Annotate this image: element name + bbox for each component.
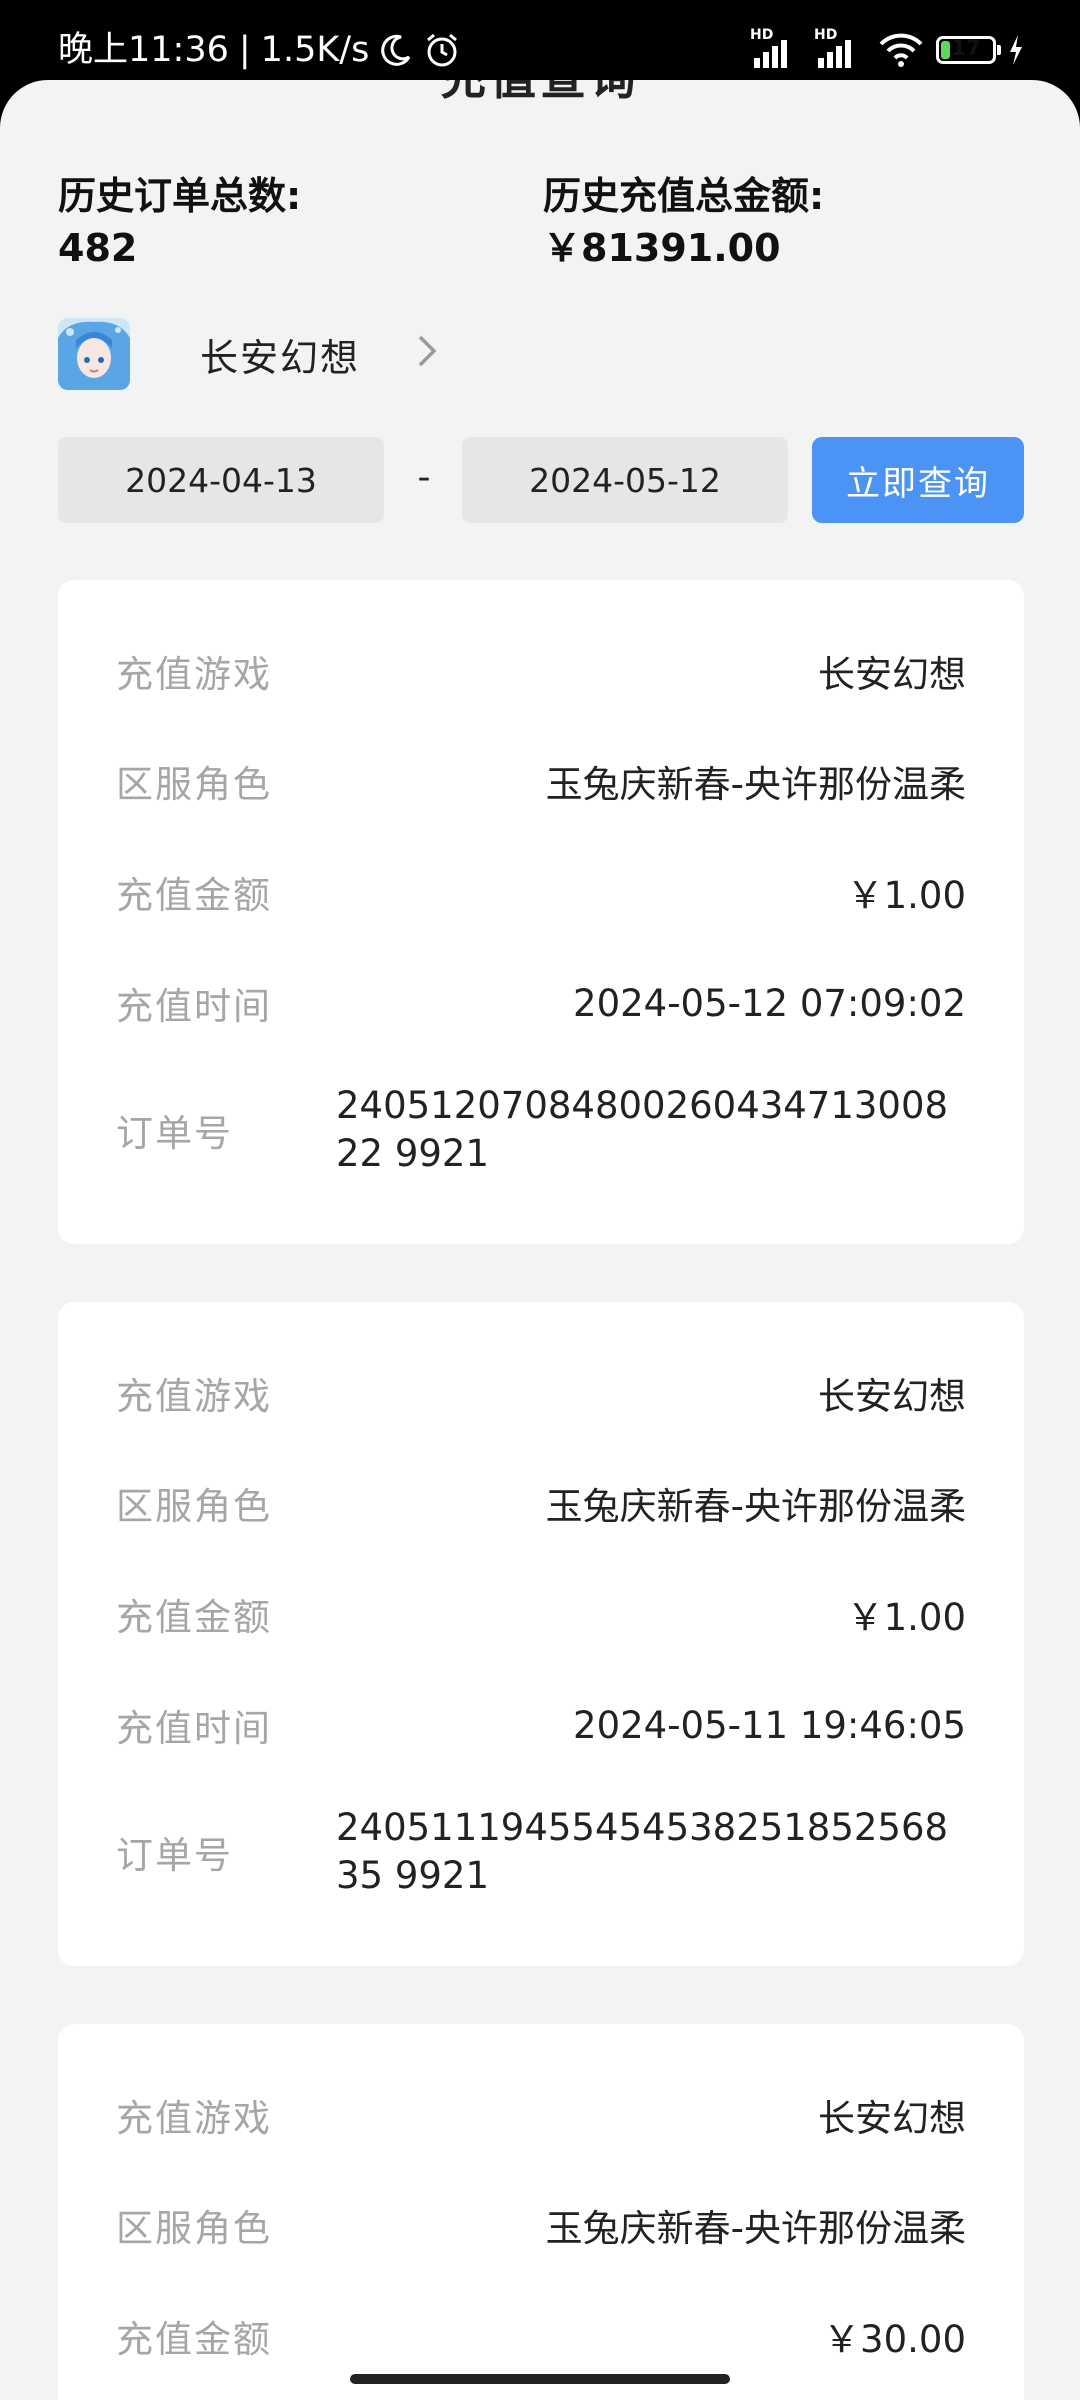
battery-icon: 17 bbox=[936, 36, 1001, 64]
home-indicator[interactable] bbox=[350, 2374, 730, 2384]
order-game-row: 充值游戏 长安幻想 bbox=[116, 2088, 966, 2142]
start-date-field[interactable]: 2024-04-13 bbox=[58, 437, 384, 523]
order-amount-label: 充值金额 bbox=[116, 1596, 272, 1639]
order-number-label: 订单号 bbox=[116, 1834, 233, 1877]
order-number-value: 2405120708480026043471300822 9921 bbox=[336, 1084, 949, 1175]
order-number-label: 订单号 bbox=[116, 1112, 233, 1155]
order-game-label: 充值游戏 bbox=[116, 2097, 272, 2140]
order-number-row: 订单号 2405111945545453825185256835 9921 bbox=[116, 1804, 966, 1900]
alarm-icon bbox=[427, 33, 458, 67]
status-divider: | bbox=[238, 30, 251, 70]
order-game-label: 充值游戏 bbox=[116, 1375, 272, 1418]
wifi-icon bbox=[879, 33, 923, 67]
order-time-row: 充值时间 2024-05-11 19:46:05 bbox=[116, 1698, 966, 1752]
status-left: 晚上11:36 | 1.5K/s bbox=[58, 24, 461, 76]
order-role-value: 玉兔庆新春-央许那份温柔 bbox=[545, 2207, 966, 2250]
order-card: 充值游戏 长安幻想 区服角色 玉兔庆新春-央许那份温柔 充值金额 ￥1.00 充… bbox=[58, 1302, 1024, 1966]
total-amount: 历史充值总金额: ￥81391.00 bbox=[543, 170, 824, 274]
query-button[interactable]: 立即查询 bbox=[812, 437, 1024, 523]
game-name: 长安幻想 bbox=[200, 335, 361, 380]
moon-icon bbox=[381, 34, 411, 66]
page-title: 充值查询 bbox=[0, 80, 1080, 108]
total-amount-label: 历史充值总金额: bbox=[543, 174, 825, 218]
screen: 晚上11:36 | 1.5K/s HD HD 17 历史订单总数: 482 历史… bbox=[0, 0, 1080, 2400]
order-role-label: 区服角色 bbox=[116, 1485, 272, 1528]
order-time-label: 充值时间 bbox=[116, 1707, 272, 1750]
order-role-value: 玉兔庆新春-央许那份温柔 bbox=[545, 763, 966, 806]
status-time: 晚上11:36 bbox=[58, 30, 229, 70]
total-orders-label: 历史订单总数: bbox=[58, 174, 302, 218]
order-role-value: 玉兔庆新春-央许那份温柔 bbox=[545, 1485, 966, 1528]
order-amount-label: 充值金额 bbox=[116, 2318, 272, 2361]
order-amount-row: 充值金额 ￥1.00 bbox=[116, 1587, 966, 1641]
order-amount-row: 充值金额 ￥1.00 bbox=[116, 865, 966, 919]
order-number-row: 订单号 2405120708480026043471300822 9921 bbox=[116, 1082, 966, 1178]
order-time-value: 2024-05-11 19:46:05 bbox=[573, 1703, 966, 1747]
date-query-bar: 2024-04-13 - 2024-05-12 立即查询 bbox=[58, 437, 1024, 523]
order-time-value: 2024-05-12 07:09:02 bbox=[573, 981, 966, 1025]
order-game-row: 充值游戏 长安幻想 bbox=[116, 1366, 966, 1420]
order-game-row: 充值游戏 长安幻想 bbox=[116, 644, 966, 698]
order-amount-label: 充值金额 bbox=[116, 874, 272, 917]
order-amount-value: ￥30.00 bbox=[823, 2318, 966, 2361]
recharge-query-sheet: 充值查询 历史订单总数: 482 历史充值总金额: ￥81391.00 bbox=[0, 80, 1080, 2400]
signal-icon-1: HD bbox=[750, 28, 802, 72]
order-amount-value: ￥1.00 bbox=[846, 1596, 966, 1639]
order-card: 充值游戏 长安幻想 区服角色 玉兔庆新春-央许那份温柔 充值金额 ￥1.00 充… bbox=[58, 580, 1024, 1244]
game-selector[interactable]: 长安幻想 bbox=[58, 318, 438, 390]
order-game-value: 长安幻想 bbox=[818, 653, 966, 696]
total-amount-value: ￥81391.00 bbox=[543, 226, 781, 270]
order-role-label: 区服角色 bbox=[116, 2207, 272, 2250]
game-avatar bbox=[58, 318, 130, 390]
battery-level: 17 bbox=[951, 36, 981, 60]
order-role-row: 区服角色 玉兔庆新春-央许那份温柔 bbox=[116, 2198, 966, 2252]
end-date-field[interactable]: 2024-05-12 bbox=[462, 437, 788, 523]
summary-stats: 历史订单总数: 482 历史充值总金额: ￥81391.00 bbox=[58, 170, 1022, 280]
order-game-value: 长安幻想 bbox=[818, 1375, 966, 1418]
order-game-label: 充值游戏 bbox=[116, 653, 272, 696]
order-card: 充值游戏 长安幻想 区服角色 玉兔庆新春-央许那份温柔 充值金额 ￥30.00 bbox=[58, 2024, 1024, 2400]
order-game-value: 长安幻想 bbox=[818, 2097, 966, 2140]
status-right: HD HD 17 bbox=[750, 28, 1024, 72]
order-role-row: 区服角色 玉兔庆新春-央许那份温柔 bbox=[116, 754, 966, 808]
order-time-label: 充值时间 bbox=[116, 985, 272, 1028]
total-orders: 历史订单总数: 482 bbox=[58, 170, 301, 274]
order-role-row: 区服角色 玉兔庆新春-央许那份温柔 bbox=[116, 1476, 966, 1530]
signal-icon-2: HD bbox=[814, 28, 866, 72]
chevron-right-icon bbox=[416, 333, 438, 376]
status-net-speed: 1.5K/s bbox=[260, 30, 370, 70]
order-amount-row: 充值金额 ￥30.00 bbox=[116, 2309, 966, 2363]
charging-icon bbox=[1010, 35, 1022, 65]
order-amount-value: ￥1.00 bbox=[846, 874, 966, 917]
total-orders-value: 482 bbox=[58, 226, 138, 270]
order-number-value: 2405111945545453825185256835 9921 bbox=[336, 1806, 949, 1897]
order-time-row: 充值时间 2024-05-12 07:09:02 bbox=[116, 976, 966, 1030]
order-role-label: 区服角色 bbox=[116, 763, 272, 806]
date-separator: - bbox=[417, 457, 431, 498]
